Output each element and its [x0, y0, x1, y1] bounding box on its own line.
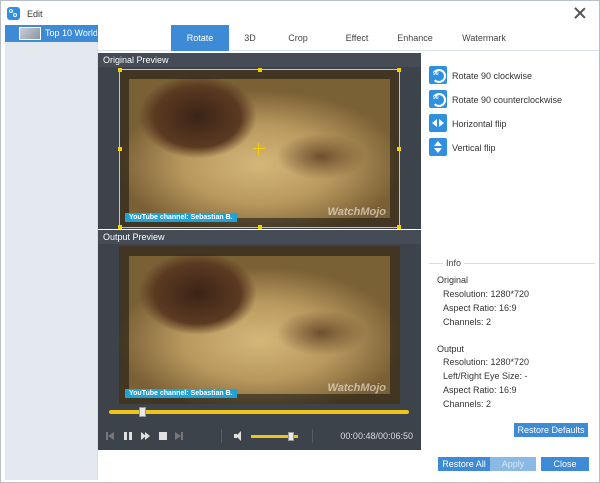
output-preview-pane: Output Preview YouTube channel: Sebastia… [98, 230, 421, 450]
next-icon[interactable] [175, 431, 185, 441]
output-eye-size: Left/Right Eye Size: - [443, 371, 528, 381]
previous-icon[interactable] [106, 431, 116, 441]
volume-icon[interactable] [234, 431, 246, 441]
info-heading: Info [443, 258, 465, 268]
seek-bar[interactable] [109, 407, 409, 417]
seek-handle[interactable] [139, 407, 146, 417]
close-window-icon[interactable] [573, 6, 587, 20]
output-resolution: Resolution: 1280*720 [443, 357, 530, 367]
original-preview-pane: Original Preview YouTube channel: Sebast… [98, 53, 421, 229]
output-preview-title: Output Preview [98, 230, 421, 244]
apply-button[interactable]: Apply [490, 457, 536, 471]
tab-effect[interactable]: Effect [336, 25, 378, 51]
playback-time: 00:00:48/00:06:50 [340, 431, 413, 441]
restore-defaults-button[interactable]: Restore Defaults [514, 423, 588, 437]
vertical-flip-button[interactable]: Vertical flip [429, 138, 549, 158]
vertical-flip-icon [429, 138, 447, 156]
rotate-cw-icon: 90 [429, 66, 447, 84]
horizontal-flip-label: Horizontal flip [452, 119, 507, 129]
original-resolution: Resolution: 1280*720 [443, 289, 530, 299]
output-aspect-ratio: Aspect Ratio: 16:9 [443, 385, 517, 395]
tab-3d[interactable]: 3D [231, 25, 269, 51]
horizontal-flip-button[interactable]: Horizontal flip [429, 114, 549, 134]
tab-watermark[interactable]: Watermark [456, 25, 512, 51]
rotate-options-panel: 90 Rotate 90 clockwise 90 Rotate 90 coun… [421, 51, 599, 451]
stop-icon[interactable] [158, 431, 168, 441]
output-video: YouTube channel: Sebastian B. WatchMojo [119, 246, 400, 404]
original-aspect-ratio: Aspect Ratio: 16:9 [443, 303, 517, 313]
divider [221, 429, 222, 443]
app-icon [7, 7, 20, 20]
watermark-text: WatchMojo [327, 382, 386, 394]
edit-tabs: Rotate 3D Crop Effect Enhance Watermark [98, 25, 599, 51]
tab-enhance[interactable]: Enhance [392, 25, 438, 51]
original-channels: Channels: 2 [443, 317, 492, 327]
rotate-clockwise-label: Rotate 90 clockwise [452, 71, 533, 81]
pause-icon[interactable] [123, 431, 133, 441]
title-bar: Edit [1, 1, 599, 26]
video-thumbnail [19, 27, 41, 40]
file-list-sidebar: Top 10 World'... [5, 25, 98, 480]
channel-caption: YouTube channel: Sebastian B. [125, 389, 237, 398]
player-controls: 00:00:48/00:06:50 [98, 423, 421, 450]
volume-handle[interactable] [287, 432, 294, 441]
output-channels: Channels: 2 [443, 399, 492, 409]
edit-window: Edit Top 10 World'... Rotate 3D Crop Eff… [0, 0, 600, 483]
rotate-clockwise-button[interactable]: 90 Rotate 90 clockwise [429, 66, 589, 86]
output-info-heading: Output [437, 344, 465, 354]
tab-rotate[interactable]: Rotate [171, 25, 229, 51]
original-info-heading: Original [437, 275, 469, 285]
file-list-item[interactable]: Top 10 World'... [5, 25, 98, 42]
close-button[interactable]: Close [541, 457, 589, 471]
rotate-counterclockwise-button[interactable]: 90 Rotate 90 counterclockwise [429, 90, 599, 110]
restore-all-button[interactable]: Restore All [438, 457, 490, 471]
window-title: Edit [27, 9, 43, 19]
file-list-item-label: Top 10 World'... [45, 28, 97, 38]
rotate-ccw-icon: 90 [429, 90, 447, 108]
divider [312, 429, 313, 443]
original-preview-title: Original Preview [98, 53, 421, 67]
tab-crop[interactable]: Crop [278, 25, 318, 51]
vertical-flip-label: Vertical flip [452, 143, 496, 153]
rotate-counterclockwise-label: Rotate 90 counterclockwise [452, 95, 563, 105]
crop-center-icon[interactable] [253, 143, 265, 155]
horizontal-flip-icon [429, 114, 447, 132]
fast-forward-icon[interactable] [141, 431, 151, 441]
